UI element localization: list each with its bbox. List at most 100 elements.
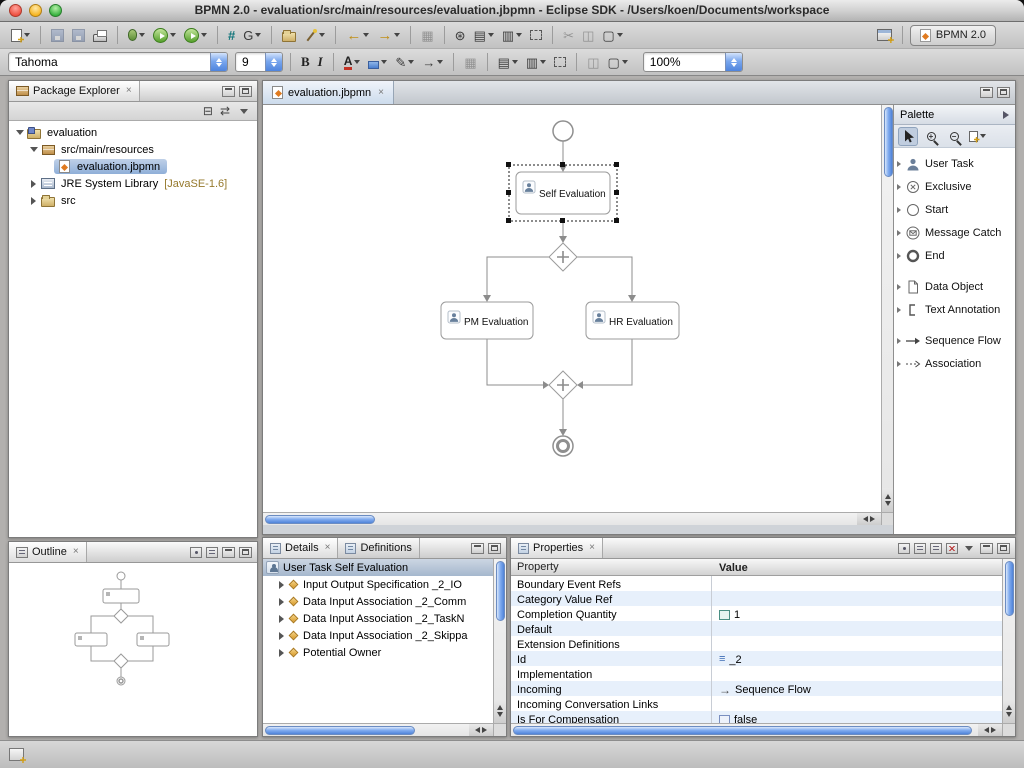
- pkg-maximize-button[interactable]: [239, 85, 252, 97]
- start-event-node[interactable]: [552, 120, 574, 142]
- dropdown-arrow-icon[interactable]: [979, 134, 986, 138]
- run-button[interactable]: [150, 24, 179, 46]
- property-row[interactable]: Incoming Conversation Links: [511, 696, 1002, 711]
- dropdown-arrow-icon[interactable]: [354, 60, 361, 64]
- palette-item-exclusive[interactable]: Exclusive: [894, 175, 1015, 198]
- dropdown-arrow-icon[interactable]: [201, 33, 207, 37]
- converging-gateway-node[interactable]: [548, 370, 578, 400]
- new-wizard-button[interactable]: [8, 24, 33, 46]
- property-row[interactable]: Is For Compensation false: [511, 711, 1002, 723]
- properties-vscrollbar[interactable]: [1002, 559, 1015, 723]
- layout-horizontal-button[interactable]: ▤: [471, 24, 497, 46]
- show-categories-button[interactable]: [914, 542, 926, 554]
- property-row[interactable]: Category Value Ref: [511, 591, 1002, 606]
- palette-item-data-object[interactable]: Data Object: [894, 275, 1015, 298]
- dropdown-arrow-icon[interactable]: [139, 33, 145, 37]
- close-view-icon[interactable]: ×: [73, 547, 79, 557]
- scrollbar-thumb[interactable]: [1004, 561, 1014, 616]
- bold-button[interactable]: B: [298, 51, 313, 73]
- palette-item-user-task[interactable]: User Task: [894, 152, 1015, 175]
- window-zoom-button[interactable]: [49, 4, 62, 17]
- expand-arrow-icon[interactable]: [31, 196, 36, 205]
- zoom-combo-button[interactable]: [724, 53, 742, 71]
- open-perspective-button[interactable]: [874, 24, 895, 46]
- details-item[interactable]: Data Input Association _2_Skippa: [263, 627, 493, 644]
- details-root-item[interactable]: User Task Self Evaluation: [263, 559, 493, 576]
- pm-evaluation-task-node[interactable]: PM Evaluation: [440, 301, 534, 340]
- line-color-button[interactable]: ✎: [392, 51, 417, 73]
- dropdown-arrow-icon[interactable]: [24, 33, 30, 37]
- dropdown-arrow-icon[interactable]: [621, 60, 628, 64]
- palette-item-message-catch[interactable]: Message Catch: [894, 221, 1015, 244]
- definitions-tab[interactable]: Definitions: [338, 538, 420, 558]
- dropdown-arrow-icon[interactable]: [394, 33, 401, 37]
- palette-item-start[interactable]: Start: [894, 198, 1015, 221]
- forward-button[interactable]: →: [374, 24, 403, 46]
- dropdown-arrow-icon[interactable]: [487, 33, 494, 37]
- dropdown-arrow-icon[interactable]: [540, 60, 547, 64]
- dropdown-arrow-icon[interactable]: [511, 60, 518, 64]
- hr-evaluation-task-node[interactable]: HR Evaluation: [585, 301, 680, 340]
- tree-item-resources[interactable]: src/main/resources: [9, 141, 257, 158]
- back-button[interactable]: ←: [343, 24, 372, 46]
- layout-vertical-button[interactable]: ▥: [499, 24, 525, 46]
- expand-arrow-icon[interactable]: [279, 597, 284, 606]
- shape-style-button[interactable]: ▢: [599, 24, 625, 46]
- fast-view-icon[interactable]: [9, 748, 24, 761]
- end-event-node[interactable]: [552, 435, 574, 457]
- close-view-icon[interactable]: ×: [589, 543, 595, 553]
- editor-maximize-button[interactable]: [997, 87, 1010, 98]
- details-item[interactable]: Data Input Association _2_TaskN: [263, 610, 493, 627]
- view-menu-button[interactable]: [240, 108, 248, 114]
- outline-tab[interactable]: Outline ×: [9, 542, 87, 562]
- collapse-arrow-icon[interactable]: [29, 147, 38, 152]
- property-row[interactable]: Id ≡ _2: [511, 651, 1002, 666]
- self-evaluation-task-node[interactable]: Self Evaluation: [515, 171, 611, 215]
- property-row[interactable]: Incoming → Sequence Flow: [511, 681, 1002, 696]
- debug-button[interactable]: [125, 24, 148, 46]
- zoom-combo[interactable]: 100%: [642, 52, 743, 72]
- outline-minimize-button[interactable]: [222, 546, 235, 558]
- scrollbar-thumb[interactable]: [883, 107, 893, 177]
- column-divider[interactable]: [711, 576, 712, 723]
- close-view-icon[interactable]: ×: [126, 86, 132, 96]
- tree-item-evaluation-jbpmn[interactable]: evaluation.jbpmn: [9, 158, 257, 175]
- scrollbar-thumb[interactable]: [265, 514, 375, 524]
- scroll-arrows[interactable]: [469, 724, 493, 736]
- restore-defaults-button[interactable]: [946, 542, 958, 554]
- scroll-arrows[interactable]: [494, 699, 506, 723]
- font-combo-button[interactable]: [210, 53, 227, 71]
- palette-item-end[interactable]: End: [894, 244, 1015, 267]
- dropdown-arrow-icon[interactable]: [363, 33, 370, 37]
- outline-maximize-button[interactable]: [239, 546, 252, 558]
- properties-tab[interactable]: Properties ×: [511, 538, 603, 558]
- split-panes-button[interactable]: ◫: [579, 24, 597, 46]
- scrollbar-thumb[interactable]: [265, 725, 415, 735]
- zoom-shape-button[interactable]: ▢: [605, 51, 631, 73]
- property-row[interactable]: Default: [511, 621, 1002, 636]
- details-item[interactable]: Potential Owner: [263, 644, 493, 661]
- window-close-button[interactable]: [9, 4, 22, 17]
- font-color-button[interactable]: A: [341, 51, 364, 73]
- zoom-out-tool-button[interactable]: −: [944, 127, 964, 146]
- pin-properties-button[interactable]: [898, 542, 910, 554]
- marquee-select-button[interactable]: [527, 24, 545, 46]
- open-resource-button[interactable]: [279, 24, 299, 46]
- package-explorer-tab[interactable]: Package Explorer ×: [9, 81, 140, 101]
- font-combo[interactable]: Tahoma: [8, 52, 228, 72]
- details-item[interactable]: Data Input Association _2_Comm: [263, 593, 493, 610]
- properties-minimize-button[interactable]: [980, 542, 993, 554]
- align-button[interactable]: ▤: [495, 51, 521, 73]
- expand-arrow-icon[interactable]: [279, 631, 284, 640]
- properties-hscrollbar[interactable]: [511, 723, 1002, 736]
- property-row[interactable]: Implementation: [511, 666, 1002, 681]
- property-column-header[interactable]: Property: [511, 559, 711, 575]
- palette-item-text-annotation[interactable]: Text Annotation: [894, 298, 1015, 321]
- dropdown-arrow-icon[interactable]: [319, 33, 326, 37]
- show-advanced-button[interactable]: [930, 542, 942, 554]
- outline-canvas[interactable]: [9, 563, 257, 736]
- property-row[interactable]: Completion Quantity 1: [511, 606, 1002, 621]
- properties-maximize-button[interactable]: [997, 542, 1010, 554]
- collapse-all-button[interactable]: ⊟: [203, 104, 213, 118]
- dropdown-arrow-icon[interactable]: [170, 33, 176, 37]
